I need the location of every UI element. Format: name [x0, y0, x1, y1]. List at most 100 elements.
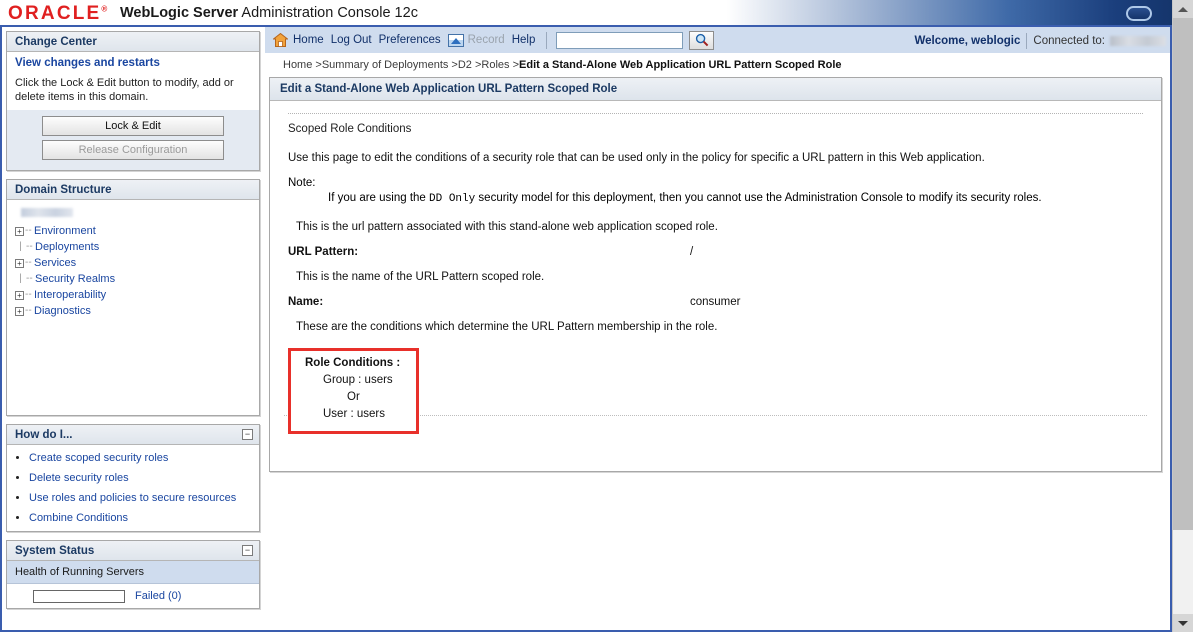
main-column: Home Log Out Preferences Record Help Wel…	[265, 27, 1170, 472]
chevron-up-icon	[1178, 6, 1188, 12]
how-do-i-link-3[interactable]: Combine Conditions	[29, 512, 128, 524]
expand-icon[interactable]: +	[15, 258, 24, 268]
conditions-description: These are the conditions which determine…	[296, 321, 718, 333]
chevron-down-icon	[1178, 620, 1188, 626]
list-item[interactable]: Use roles and policies to secure resourc…	[29, 491, 259, 505]
breadcrumb: Home >Summary of Deployments >D2 >Roles …	[265, 54, 1170, 75]
scroll-down-button[interactable]	[1173, 614, 1193, 632]
tree-item-diagnostics[interactable]: + -- Diagnostics	[15, 303, 251, 319]
name-description: This is the name of the URL Pattern scop…	[296, 271, 545, 283]
oracle-logo: ORACLE®	[8, 3, 107, 25]
rounded-rect-icon[interactable]	[1126, 6, 1152, 21]
lock-and-edit-button[interactable]: Lock & Edit	[42, 116, 224, 136]
tree-item-deployments[interactable]: | -- Deployments	[15, 239, 251, 255]
connected-to-value-redacted	[1110, 35, 1166, 46]
tree-link-environment[interactable]: Environment	[34, 225, 96, 237]
tree-item-environment[interactable]: + -- Environment	[15, 223, 251, 239]
breadcrumb-item-roles[interactable]: Roles	[481, 59, 509, 71]
magnifier-icon	[695, 33, 709, 47]
name-row: Name: consumer	[288, 296, 1143, 308]
url-pattern-row: URL Pattern: /	[288, 246, 1143, 258]
collapse-icon[interactable]: −	[242, 429, 253, 440]
expand-icon[interactable]: +	[15, 306, 24, 316]
tree-connector: --	[26, 273, 33, 285]
change-center-buttons: Lock & Edit Release Configuration	[7, 110, 259, 170]
breadcrumb-separator: >	[312, 59, 322, 71]
domain-structure-header: Domain Structure	[7, 180, 259, 200]
view-changes-and-restarts-link[interactable]: View changes and restarts	[7, 52, 259, 72]
how-do-i-link-2[interactable]: Use roles and policies to secure resourc…	[29, 492, 236, 504]
divider	[288, 113, 1143, 114]
scoped-role-conditions-title: Scoped Role Conditions	[288, 123, 412, 135]
welcome-label: Welcome, weblogic	[914, 34, 1021, 47]
how-do-i-link-1[interactable]: Delete security roles	[29, 472, 129, 484]
name-label: Name:	[288, 296, 324, 308]
note-label: Note:	[288, 177, 316, 189]
tree-link-services[interactable]: Services	[34, 257, 76, 269]
record-icon[interactable]	[447, 33, 464, 47]
breadcrumb-item-summary-of-deployments[interactable]: Summary of Deployments	[322, 59, 449, 71]
breadcrumb-item-d2[interactable]: D2	[458, 59, 472, 71]
expand-icon[interactable]: +	[15, 290, 24, 300]
how-do-i-header: How do I... −	[7, 425, 259, 445]
how-do-i-body: Create scoped security roles Delete secu…	[7, 451, 259, 525]
toolbar-help-link[interactable]: Help	[512, 34, 536, 46]
expand-icon[interactable]: +	[15, 226, 24, 236]
role-condition-operator: Or	[347, 391, 360, 403]
toolbar-record-label: Record	[467, 34, 505, 46]
home-icon[interactable]	[272, 32, 289, 47]
url-pattern-label: URL Pattern:	[288, 246, 359, 258]
toolbar-home-link[interactable]: Home	[293, 34, 324, 46]
tree-link-interoperability[interactable]: Interoperability	[34, 289, 106, 301]
toolbar-logout-link[interactable]: Log Out	[331, 34, 372, 46]
app-title-product: WebLogic Server	[120, 5, 239, 21]
note-text-mono: DD Only	[429, 193, 476, 205]
content-panel: Edit a Stand-Alone Web Application URL P…	[269, 77, 1162, 472]
role-condition-user[interactable]: User : users	[305, 406, 400, 423]
failed-servers-link[interactable]: Failed (0)	[135, 590, 181, 602]
breadcrumb-separator: >	[471, 59, 482, 71]
breadcrumb-current: Edit a Stand-Alone Web Application URL P…	[519, 59, 842, 71]
health-bar	[33, 590, 125, 603]
tree-link-deployments[interactable]: Deployments	[35, 241, 99, 253]
role-conditions-highlight-box: Role Conditions : Group : users Or User …	[288, 348, 420, 434]
tree-link-diagnostics[interactable]: Diagnostics	[34, 305, 91, 317]
scroll-up-button[interactable]	[1173, 0, 1193, 18]
how-do-i-panel: How do I... − Create scoped security rol…	[6, 424, 260, 532]
tree-item-security-realms[interactable]: | -- Security Realms	[15, 271, 251, 287]
note-text-post: security model for this deployment, then…	[475, 192, 1042, 204]
content-panel-header: Edit a Stand-Alone Web Application URL P…	[270, 78, 1161, 101]
system-status-body: Failed (0)	[7, 584, 259, 608]
tree-item-interoperability[interactable]: + -- Interoperability	[15, 287, 251, 303]
role-condition-group[interactable]: Group : users	[305, 372, 400, 389]
tree-item-services[interactable]: + -- Services	[15, 255, 251, 271]
release-configuration-button: Release Configuration	[42, 140, 224, 160]
tree-connector: --	[25, 289, 32, 301]
scrollbar-thumb[interactable]	[1173, 18, 1193, 530]
breadcrumb-separator: >	[448, 59, 458, 71]
collapse-icon[interactable]: −	[242, 545, 253, 556]
oracle-wordmark: ORACLE	[8, 3, 102, 24]
toolbar-divider-2	[1026, 32, 1028, 49]
tree-connector: --	[25, 225, 32, 237]
tree-branch-icon: |	[19, 273, 22, 285]
how-do-i-link-0[interactable]: Create scoped security roles	[29, 452, 168, 464]
system-status-subtitle: Health of Running Servers	[7, 561, 259, 584]
page-scrollbar[interactable]	[1172, 0, 1193, 632]
list-item[interactable]: Combine Conditions	[29, 511, 259, 525]
breadcrumb-separator: >	[509, 59, 520, 71]
list-item[interactable]: Create scoped security roles	[29, 451, 259, 465]
list-item[interactable]: Delete security roles	[29, 471, 259, 485]
search-button[interactable]	[689, 30, 715, 50]
note-body: If you are using the DD Only security mo…	[288, 192, 1143, 205]
change-center-title: Change Center	[15, 36, 97, 48]
content-panel-body: Scoped Role Conditions Use this page to …	[270, 101, 1161, 444]
breadcrumb-item-home[interactable]: Home	[283, 59, 312, 71]
intro-paragraph: Use this page to edit the conditions of …	[288, 152, 985, 164]
page-frame: Change Center View changes and restarts …	[0, 27, 1172, 632]
how-do-i-list: Create scoped security roles Delete secu…	[7, 451, 259, 525]
tree-link-security-realms[interactable]: Security Realms	[35, 273, 115, 285]
search-input[interactable]	[556, 31, 684, 49]
toolbar-right: Welcome, weblogic Connected to:	[915, 27, 1166, 54]
toolbar-preferences-link[interactable]: Preferences	[379, 34, 441, 46]
